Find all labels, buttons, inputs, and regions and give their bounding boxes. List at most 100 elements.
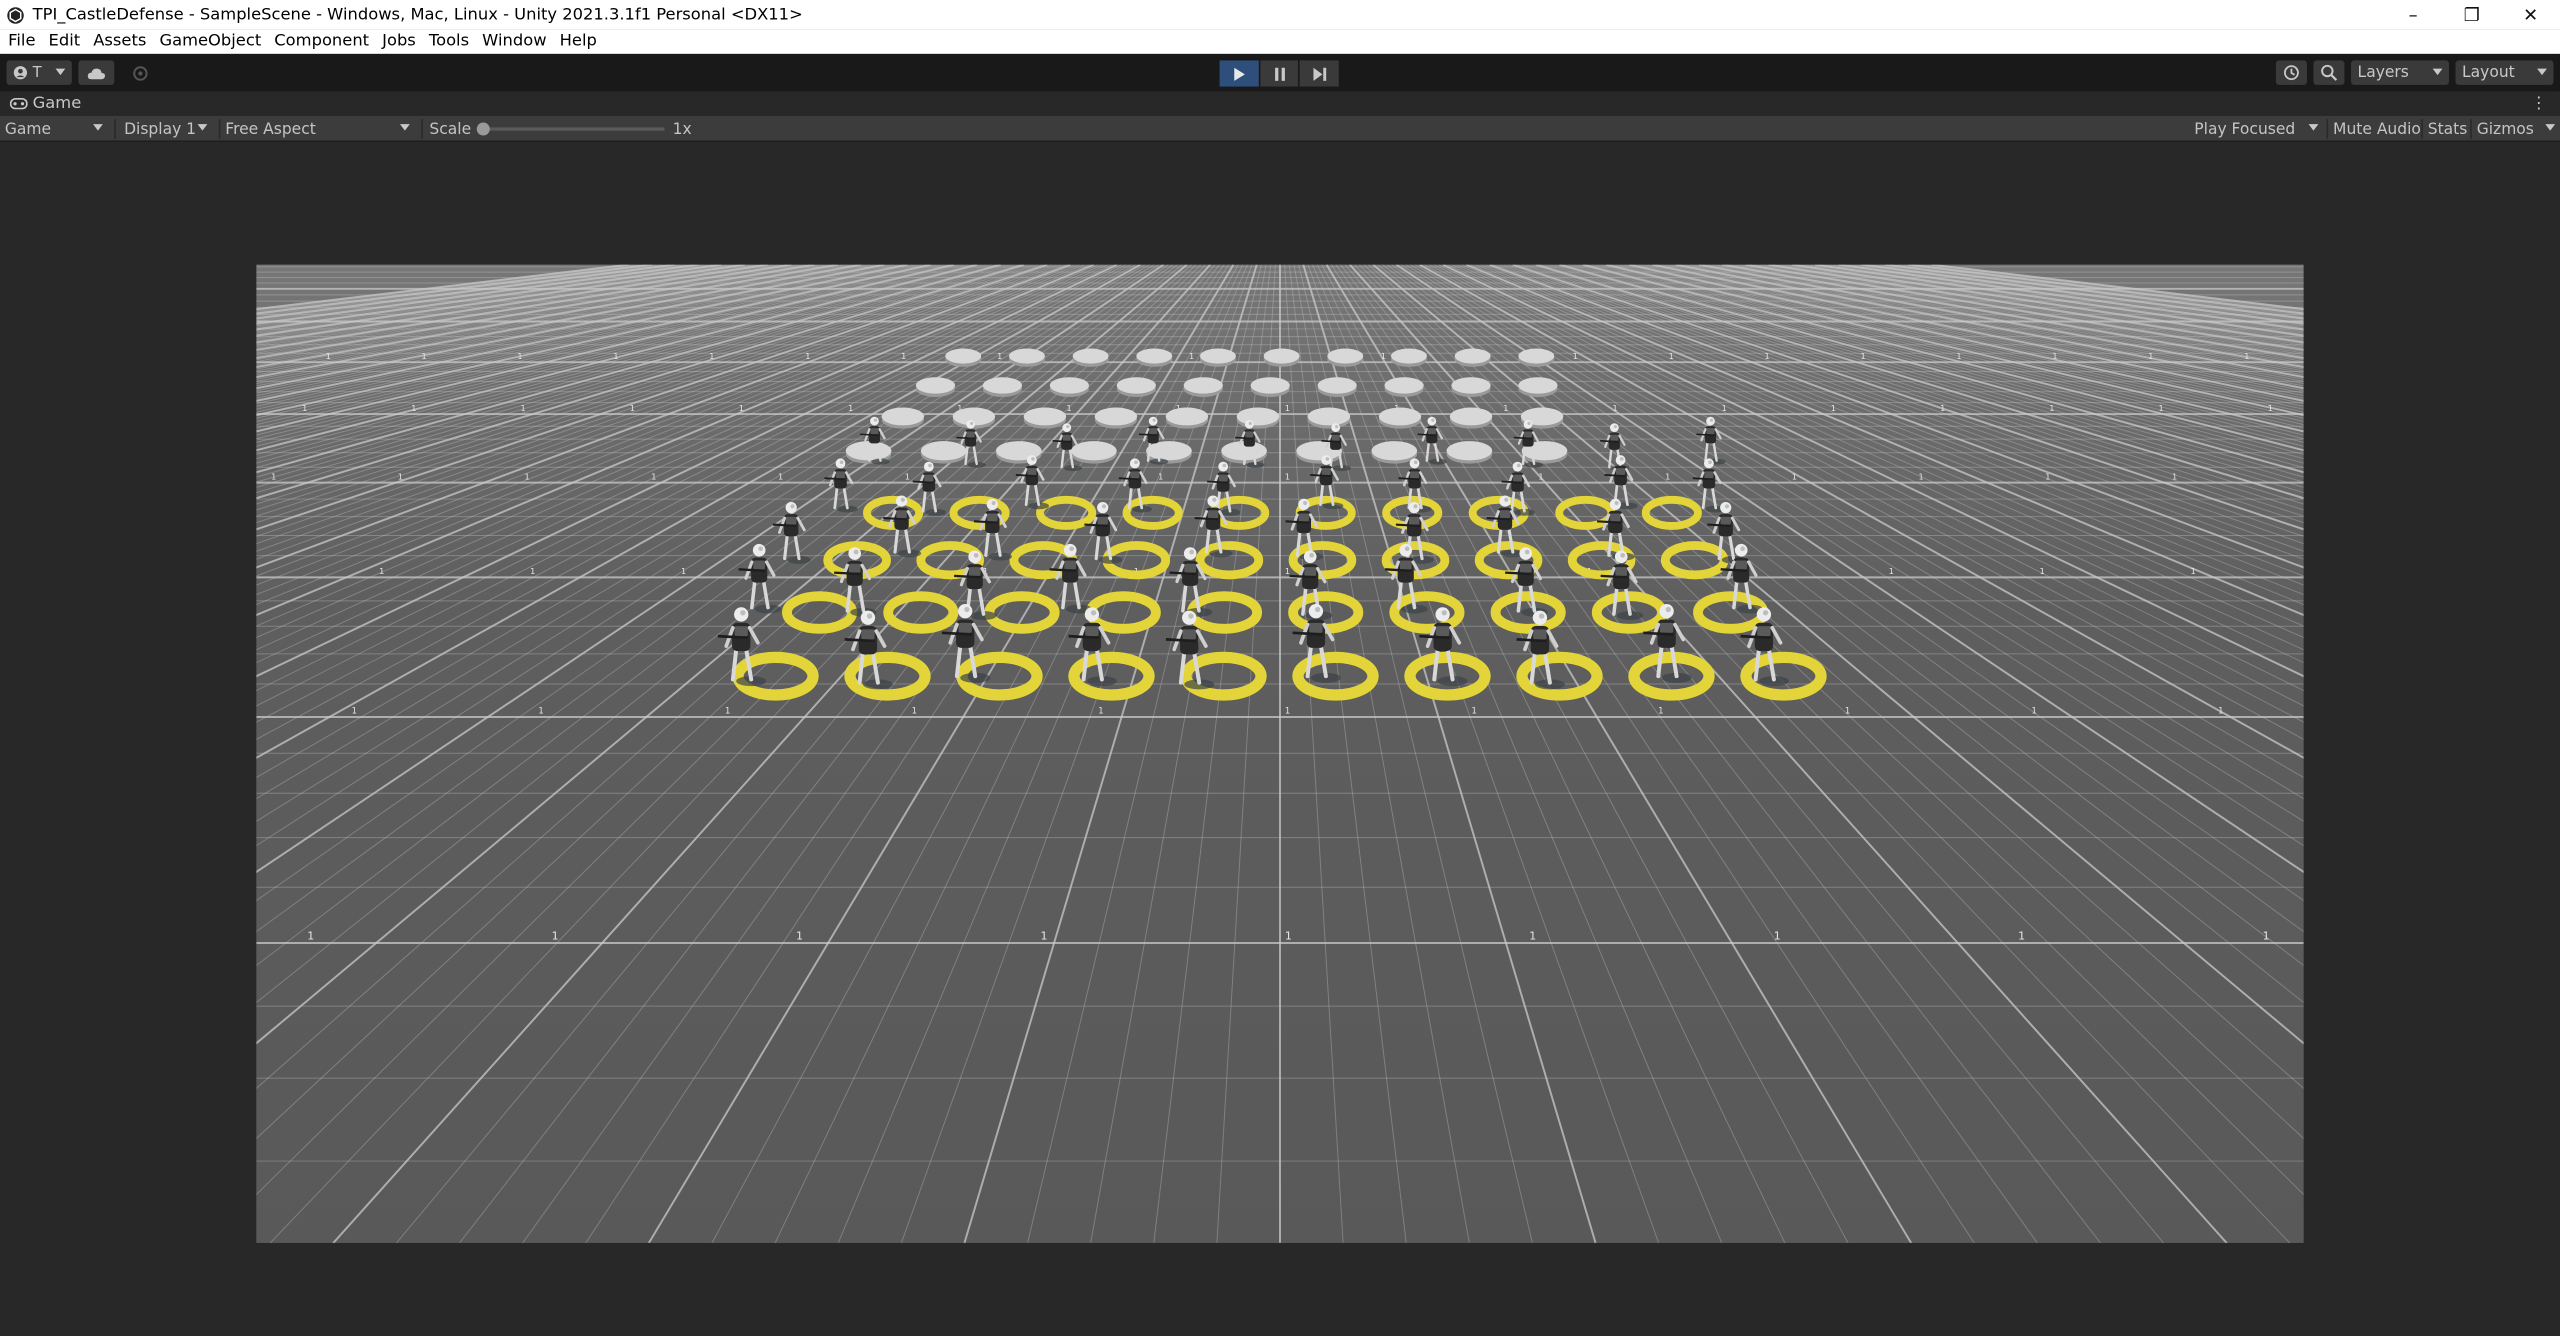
- cloud-icon: [87, 67, 106, 79]
- more-options-icon[interactable]: ⋮: [2531, 95, 2547, 113]
- mute-audio-toggle[interactable]: Mute Audio: [2333, 116, 2421, 142]
- tile-marker: 1: [307, 930, 314, 943]
- account-button[interactable]: T: [6, 60, 72, 85]
- spawn-disc: [1454, 348, 1491, 364]
- soldier-part: [1735, 560, 1748, 570]
- menu-gameobject[interactable]: GameObject: [153, 33, 268, 51]
- soldier-part: [883, 517, 907, 521]
- soldier-part: [1740, 634, 1771, 640]
- tile-marker: 1: [739, 403, 744, 413]
- spawn-disc: [1199, 348, 1236, 364]
- spawn-disc: [1371, 441, 1418, 461]
- spawn-disc: [1136, 348, 1173, 364]
- soldier-part: [1165, 638, 1196, 643]
- scale-value: 1x: [672, 120, 692, 139]
- soldier-head: [1504, 497, 1509, 502]
- soldier-part: [1149, 428, 1158, 435]
- step-button[interactable]: [1300, 60, 1339, 87]
- tab-game[interactable]: Game: [0, 95, 81, 113]
- tile-marker: 1: [1040, 930, 1047, 943]
- soldier-part: [717, 634, 748, 640]
- game-viewport[interactable]: 1 1 1 1 1 1 1 1 1 1 1 1 1 1 1 1 1 1 1 1 1 1 1 1 1 1 1 1 1 1 1 1 1 1 1 1 1 1 1 1…: [256, 264, 2304, 1243]
- pause-icon: [1274, 66, 1285, 81]
- tile-marker: 1: [1472, 706, 1477, 716]
- view-mode-label: Game: [4, 120, 52, 139]
- tile-marker: 1: [1860, 351, 1865, 361]
- toolbar-divider: [421, 119, 423, 139]
- pause-button[interactable]: [1259, 60, 1299, 87]
- minimize-button[interactable]: –: [2384, 0, 2443, 29]
- layout-dropdown[interactable]: Layout: [2455, 60, 2554, 85]
- play-mode-label: Play Focused: [2194, 120, 2296, 139]
- soldier-part: [1207, 510, 1219, 519]
- soldier-head: [1527, 421, 1531, 425]
- soldier-head: [928, 463, 932, 468]
- close-button[interactable]: ✕: [2501, 0, 2560, 29]
- soldier-head: [1762, 610, 1769, 616]
- layers-dropdown[interactable]: Layers: [2351, 60, 2449, 85]
- spawn-disc: [1049, 377, 1089, 394]
- play-mode-dropdown[interactable]: Play Focused: [2194, 116, 2325, 142]
- history-button[interactable]: [2275, 60, 2307, 85]
- spawn-disc: [1072, 348, 1109, 364]
- soldier-part: [1419, 634, 1450, 640]
- menu-help[interactable]: Help: [553, 33, 603, 51]
- restore-button[interactable]: ❐: [2442, 0, 2501, 29]
- tile-marker: 1: [1285, 566, 1290, 576]
- soldier-part: [1417, 433, 1436, 437]
- spawn-disc: [1378, 407, 1422, 426]
- tile-marker: 1: [271, 471, 276, 481]
- spawn-disc: [1327, 348, 1364, 364]
- display-dropdown[interactable]: Display 1: [124, 116, 214, 142]
- menu-component[interactable]: Component: [268, 33, 376, 51]
- soldier-part: [1138, 433, 1158, 437]
- view-mode-dropdown[interactable]: Game: [5, 116, 109, 142]
- menu-jobs[interactable]: Jobs: [376, 33, 423, 51]
- tile-marker: 1: [1940, 403, 1945, 413]
- tile-marker: 1: [422, 351, 427, 361]
- soldier-head: [1134, 460, 1138, 465]
- tile-marker: 1: [2244, 351, 2249, 361]
- soldier-part: [1245, 431, 1254, 438]
- soldier-part: [987, 513, 998, 522]
- soldier-part: [1757, 626, 1771, 637]
- scale-slider-handle[interactable]: [476, 122, 490, 136]
- chevron-down-icon: [197, 124, 208, 131]
- tile-marker: 1: [848, 403, 853, 413]
- stats-toggle[interactable]: Stats: [2428, 116, 2468, 142]
- search-button[interactable]: [2313, 60, 2345, 85]
- spawn-disc: [881, 407, 925, 426]
- spawn-disc: [1165, 407, 1209, 426]
- collab-button[interactable]: [122, 60, 158, 84]
- spawn-disc: [1518, 348, 1555, 364]
- spawn-disc: [1071, 441, 1117, 461]
- play-button[interactable]: [1219, 60, 1259, 87]
- aspect-dropdown[interactable]: Free Aspect: [225, 116, 416, 142]
- menu-tools[interactable]: Tools: [422, 33, 475, 51]
- menu-window[interactable]: Window: [476, 33, 553, 51]
- menu-edit[interactable]: Edit: [42, 33, 87, 51]
- tile-marker: 1: [302, 403, 307, 413]
- soldier-head: [1620, 552, 1626, 558]
- soldier-part: [772, 523, 797, 527]
- toolbar-divider: [218, 119, 221, 139]
- soldier-head: [991, 500, 996, 506]
- soldier-head: [1614, 500, 1619, 506]
- unity-logo-icon: [7, 6, 24, 23]
- menu-file[interactable]: File: [0, 33, 42, 51]
- toolbar-divider: [2470, 119, 2472, 139]
- cloud-button[interactable]: [78, 60, 115, 85]
- spawn-disc: [945, 348, 982, 364]
- gizmos-dropdown[interactable]: Gizmos: [2477, 116, 2556, 142]
- soldier-part: [1427, 428, 1436, 435]
- soldier-part: [1659, 622, 1674, 633]
- tile-marker: 1: [520, 403, 525, 413]
- tile-marker: 1: [1158, 471, 1163, 481]
- menu-assets[interactable]: Assets: [87, 33, 153, 51]
- tile-marker: 1: [2040, 566, 2045, 576]
- soldier-head: [1325, 457, 1330, 461]
- scale-slider-track[interactable]: [481, 127, 665, 131]
- tile-marker: 1: [1792, 471, 1797, 481]
- spawn-disc: [1263, 348, 1300, 364]
- soldier-part: [1207, 480, 1228, 484]
